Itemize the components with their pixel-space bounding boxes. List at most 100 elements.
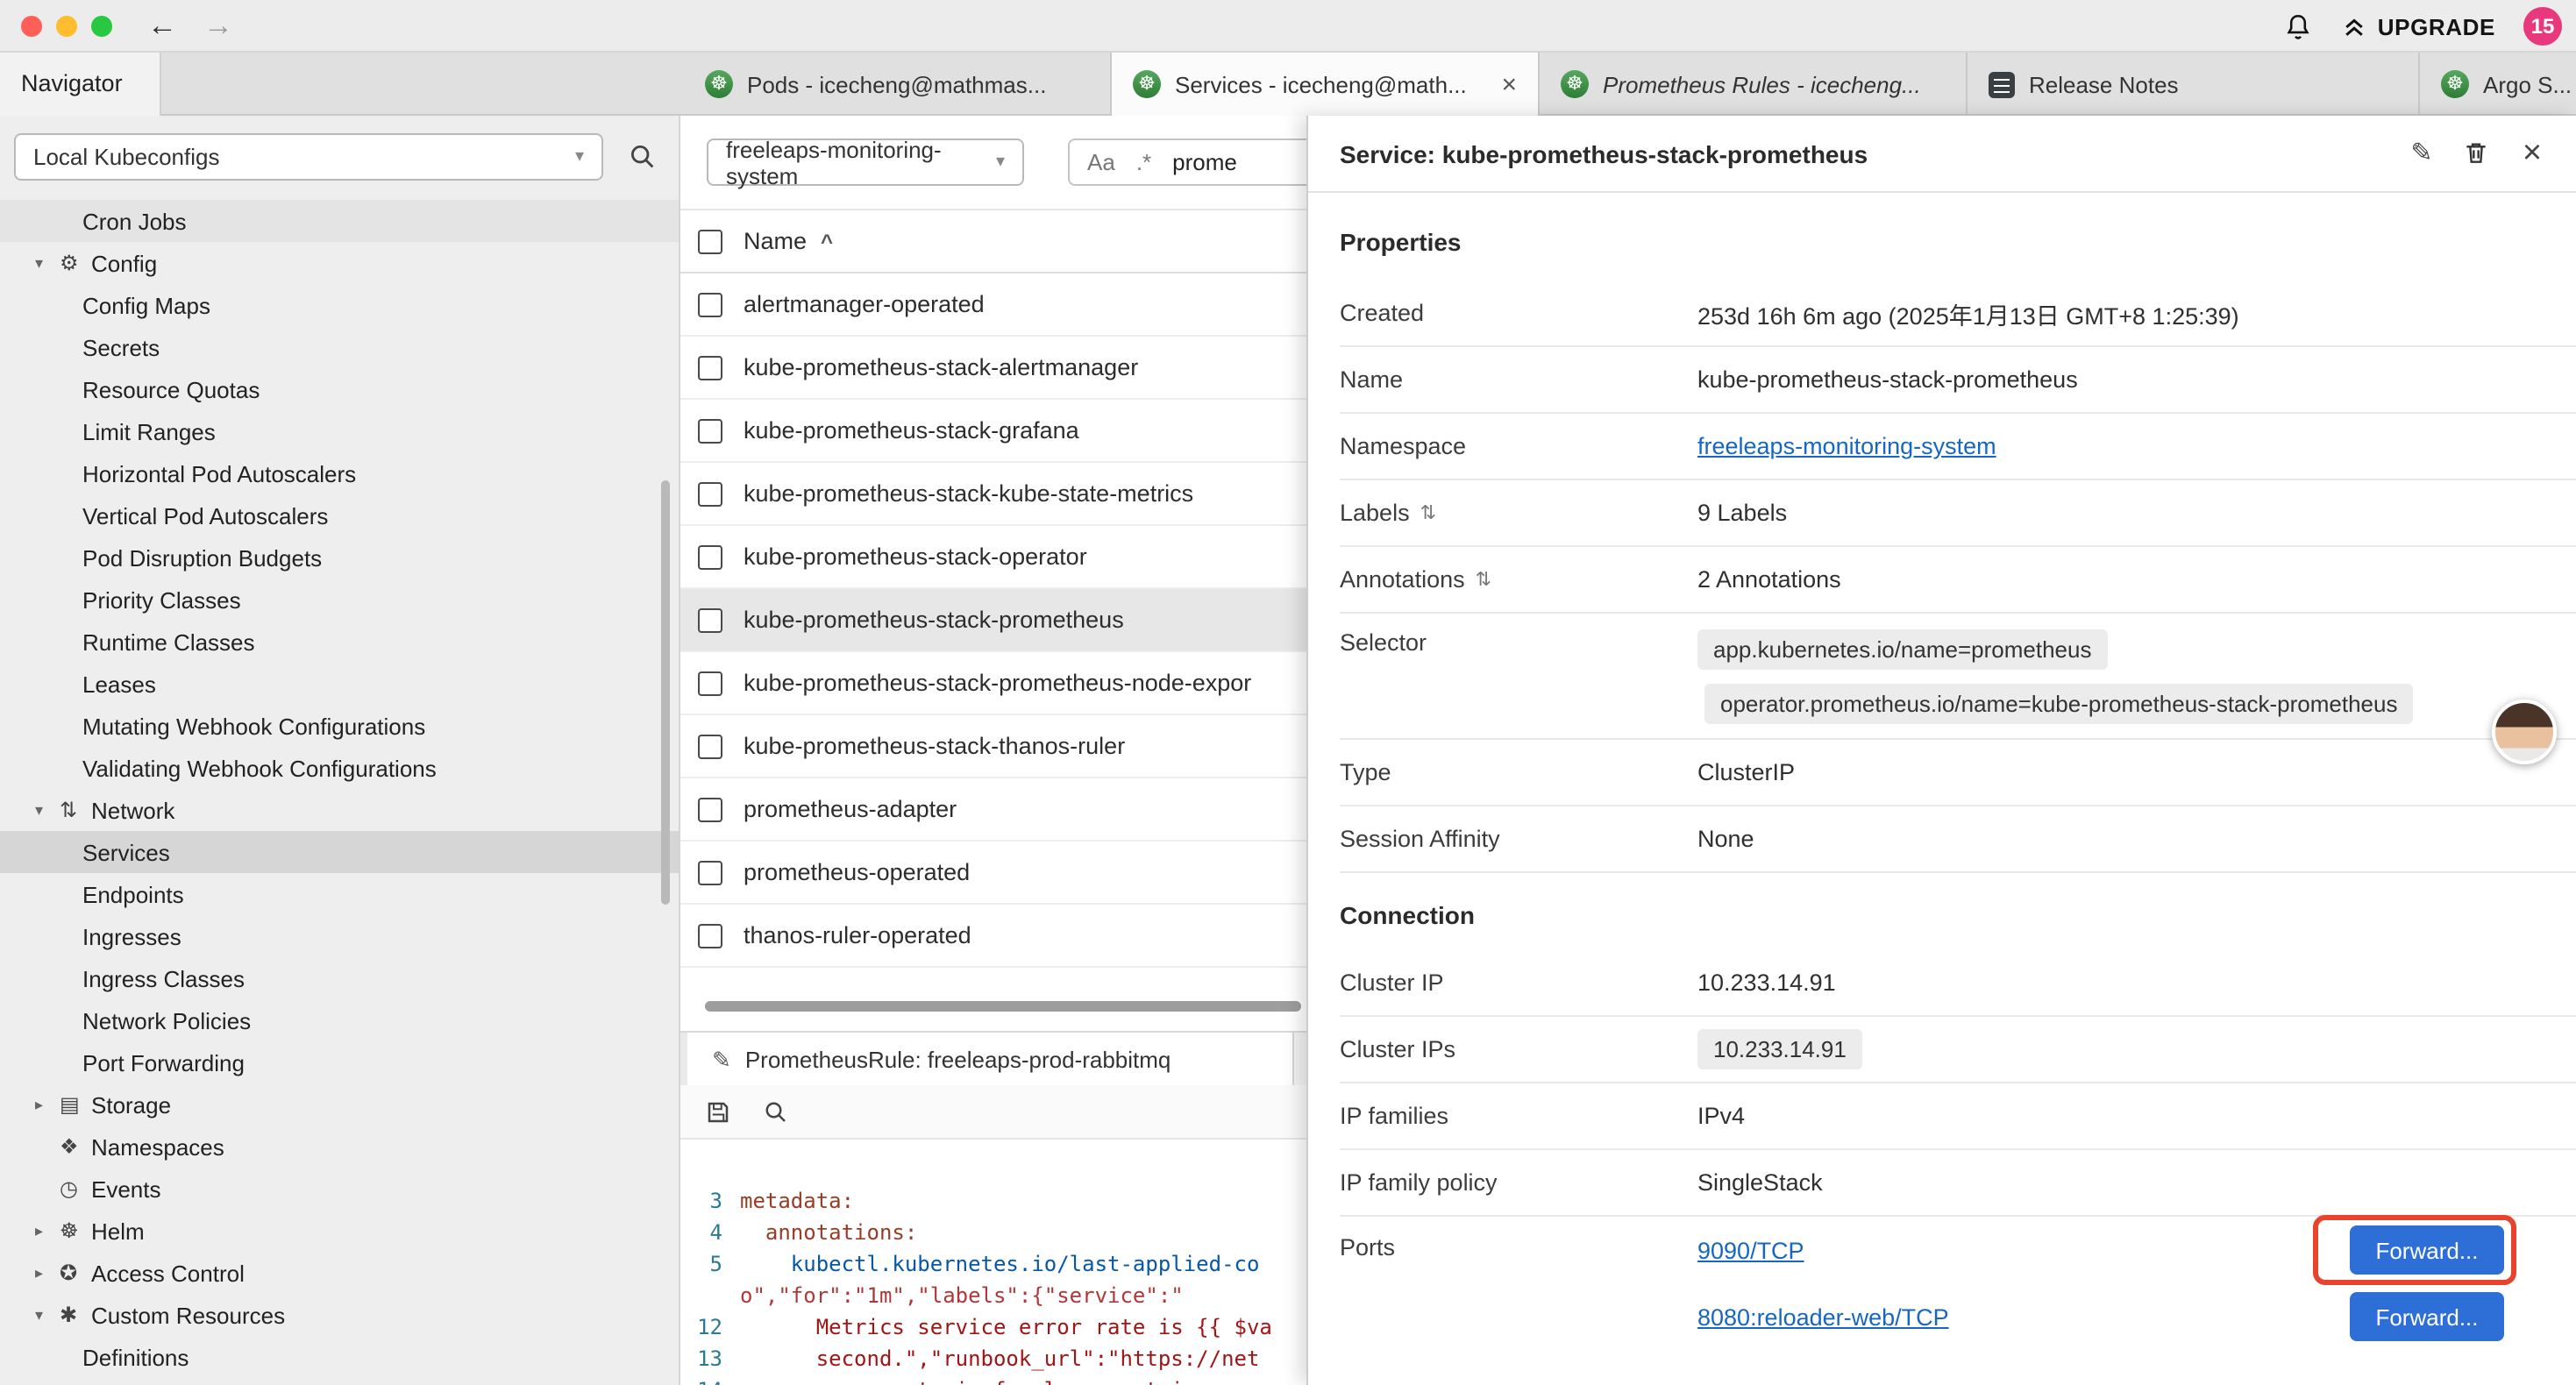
row-checkbox[interactable]: [698, 355, 722, 380]
horizontal-scrollbar[interactable]: [705, 1001, 1301, 1012]
editor-tab[interactable]: ☸ Pods - icecheng@mathmas...: [684, 53, 1112, 116]
sidebar-item[interactable]: Resource Quotas: [0, 368, 680, 410]
back-arrow-icon[interactable]: ←: [147, 5, 177, 47]
sidebar-item[interactable]: Pod Disruption Budgets: [0, 536, 680, 579]
tree-caret-icon[interactable]: ▸: [35, 1221, 60, 1240]
minimize-window-button[interactable]: [56, 16, 77, 37]
tab-label: Prometheus Rules - icecheng...: [1603, 71, 1945, 97]
row-checkbox[interactable]: [698, 923, 722, 948]
tree-caret-icon[interactable]: ▾: [35, 253, 60, 273]
sidebar-item[interactable]: Port Forwarding: [0, 1041, 680, 1083]
navigator-header[interactable]: Navigator: [0, 53, 161, 116]
save-icon[interactable]: [705, 1098, 731, 1125]
search-input[interactable]: prome: [1172, 149, 1237, 175]
select-all-checkbox[interactable]: [698, 229, 722, 253]
sidebar-item[interactable]: ❖ Namespaces: [0, 1126, 680, 1168]
navigator-tree: Cron Jobs ▾ ⚙ Config Config Maps: [0, 200, 680, 1378]
maximize-window-button[interactable]: [91, 16, 112, 37]
sidebar-item[interactable]: Definitions: [0, 1336, 680, 1378]
notification-count-badge[interactable]: 15: [2523, 7, 2562, 46]
tree-caret-icon[interactable]: ▾: [35, 1305, 60, 1325]
sort-toggle-icon[interactable]: ⇅: [1476, 568, 1491, 591]
sidebar-item[interactable]: ▸ ☸ Helm: [0, 1210, 680, 1252]
editor-tab[interactable]: Release Notes: [1968, 53, 2420, 116]
kubeconfig-select[interactable]: Local Kubeconfigs ▾: [14, 133, 603, 181]
name-column-header[interactable]: Name ^: [744, 228, 833, 254]
sidebar-item[interactable]: Network Policies: [0, 999, 680, 1041]
namespace-link[interactable]: freeleaps-monitoring-system: [1697, 433, 1996, 459]
port-link[interactable]: 8080:reloader-web/TCP: [1697, 1303, 1949, 1330]
sort-toggle-icon[interactable]: ⇅: [1420, 501, 1436, 524]
forward-arrow-icon[interactable]: →: [203, 5, 233, 47]
sidebar-item[interactable]: Leases: [0, 663, 680, 705]
notifications-bell-icon[interactable]: [2283, 11, 2313, 41]
port-link[interactable]: 9090/TCP: [1697, 1237, 1804, 1263]
delete-service-icon[interactable]: [2462, 138, 2494, 170]
property-value: 9 Labels: [1697, 500, 1787, 526]
row-checkbox[interactable]: [698, 671, 722, 695]
row-checkbox[interactable]: [698, 481, 722, 506]
property-value: kube-prometheus-stack-prometheus: [1697, 366, 2078, 393]
tree-caret-icon[interactable]: ▸: [35, 1263, 60, 1282]
nav-item-label: Pod Disruption Budgets: [82, 544, 322, 571]
row-checkbox[interactable]: [698, 607, 722, 632]
match-case-toggle[interactable]: Aa: [1087, 149, 1115, 175]
sidebar-item[interactable]: ◷ Events: [0, 1168, 680, 1210]
service-name-cell: alertmanager-operated: [744, 291, 985, 317]
edit-pencil-icon: ✎: [712, 1046, 731, 1074]
row-checkbox[interactable]: [698, 544, 722, 569]
sidebar-item[interactable]: Cron Jobs: [0, 200, 680, 242]
close-window-button[interactable]: [21, 16, 42, 37]
sidebar-item[interactable]: ▸ ▤ Storage: [0, 1083, 680, 1126]
sidebar-item[interactable]: Limit Ranges: [0, 410, 680, 452]
port-entry: 9090/TCP Forward...: [1697, 1217, 2548, 1283]
sidebar-item[interactable]: Services: [0, 831, 680, 873]
sidebar-item[interactable]: Runtime Classes: [0, 621, 680, 663]
sidebar-item[interactable]: ▾ ✱ Custom Resources: [0, 1294, 680, 1336]
namespace-select[interactable]: freeleaps-monitoring-system ▾: [707, 138, 1024, 186]
row-checkbox[interactable]: [698, 292, 722, 316]
line-number: 4: [680, 1217, 740, 1248]
release-notes-icon: [1989, 71, 2015, 97]
editor-tab[interactable]: ☸ Services - icecheng@math... ×: [1112, 53, 1540, 116]
editor-search-icon[interactable]: [763, 1098, 789, 1125]
sidebar-item[interactable]: Config Maps: [0, 284, 680, 326]
row-checkbox[interactable]: [698, 797, 722, 821]
row-checkbox[interactable]: [698, 860, 722, 884]
row-checkbox[interactable]: [698, 734, 722, 758]
upgrade-button[interactable]: UPGRADE: [2341, 13, 2495, 39]
editor-tab[interactable]: ☸ Prometheus Rules - icecheng...: [1540, 53, 1968, 116]
sidebar-item[interactable]: Priority Classes: [0, 579, 680, 621]
service-name-cell: kube-prometheus-stack-prometheus: [744, 607, 1124, 633]
sidebar-item[interactable]: Ingresses: [0, 915, 680, 957]
nav-item-label: Network Policies: [82, 1007, 251, 1033]
sidebar-search-icon[interactable]: [628, 142, 663, 177]
sidebar-item[interactable]: Validating Webhook Configurations: [0, 747, 680, 789]
forward-button[interactable]: Forward...: [2350, 1225, 2504, 1275]
row-checkbox[interactable]: [698, 418, 722, 443]
forward-button[interactable]: Forward...: [2350, 1292, 2504, 1341]
drawer-close-icon[interactable]: ×: [2516, 138, 2548, 170]
sidebar-item[interactable]: Mutating Webhook Configurations: [0, 705, 680, 747]
sidebar-item[interactable]: ▸ ✪ Access Control: [0, 1252, 680, 1294]
edit-service-icon[interactable]: ✎: [2406, 138, 2437, 170]
sidebar-item[interactable]: ▾ ⚙ Config: [0, 242, 680, 284]
window-controls: [21, 16, 112, 37]
tree-caret-icon[interactable]: ▾: [35, 800, 60, 820]
presenter-avatar[interactable]: [2492, 700, 2557, 764]
sidebar-item[interactable]: Horizontal Pod Autoscalers: [0, 452, 680, 494]
nav-item-icon: ✪: [60, 1261, 91, 1285]
sidebar-item[interactable]: Ingress Classes: [0, 957, 680, 999]
nav-item-label: Events: [91, 1175, 161, 1202]
editor-tab[interactable]: ☸ Argo S...: [2420, 53, 2576, 116]
sidebar-item[interactable]: Vertical Pod Autoscalers: [0, 494, 680, 536]
dock-tab-active[interactable]: ✎ PrometheusRule: freeleaps-prod-rabbitm…: [687, 1033, 1294, 1087]
sidebar-item[interactable]: Endpoints: [0, 873, 680, 915]
regex-toggle[interactable]: .*: [1136, 149, 1151, 175]
sidebar-item[interactable]: Secrets: [0, 326, 680, 368]
nav-item-label: Definitions: [82, 1344, 189, 1370]
tab-close-icon[interactable]: ×: [1501, 69, 1517, 99]
sidebar-item[interactable]: ▾ ⇅ Network: [0, 789, 680, 831]
tree-caret-icon[interactable]: ▸: [35, 1095, 60, 1114]
sidebar-scrollbar[interactable]: [661, 480, 670, 905]
